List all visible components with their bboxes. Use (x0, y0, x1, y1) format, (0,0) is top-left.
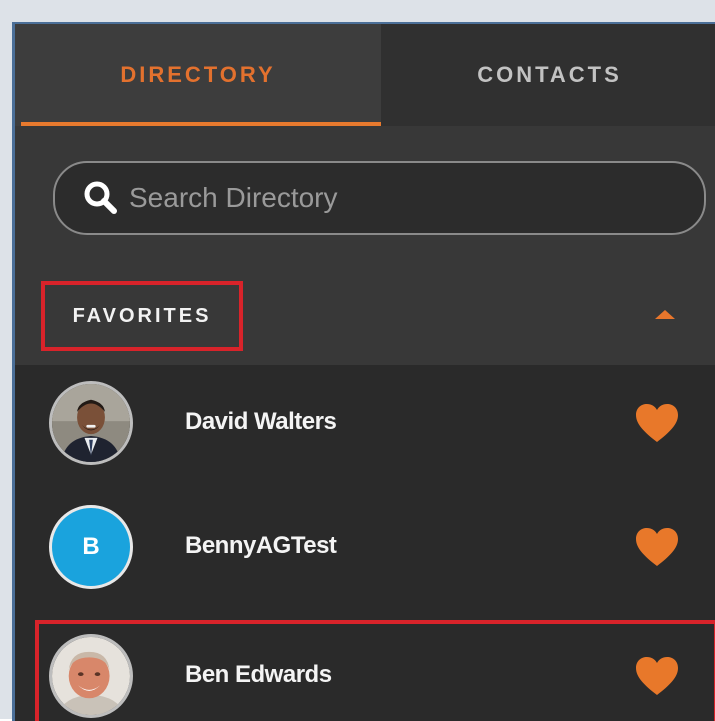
contact-name: David Walters (185, 408, 337, 435)
active-tab-indicator (21, 122, 381, 126)
person-photo-icon (52, 637, 130, 715)
search-bar[interactable] (53, 161, 706, 235)
app-frame: DIRECTORY CONTACTS FAVORITES (0, 0, 715, 721)
favorites-section-header[interactable]: FAVORITES (15, 279, 715, 365)
favorites-label: FAVORITES (72, 304, 212, 327)
list-item[interactable]: B BennyAGTest (15, 489, 715, 609)
tab-bar: DIRECTORY CONTACTS (15, 24, 715, 126)
avatar-initial: B (82, 533, 100, 560)
directory-panel: DIRECTORY CONTACTS FAVORITES (12, 22, 715, 721)
tab-contacts-label: CONTACTS (477, 62, 622, 87)
avatar: B (49, 505, 133, 589)
tab-directory-label: DIRECTORY (120, 62, 276, 87)
favorites-highlight-box: FAVORITES (41, 281, 243, 351)
avatar (49, 634, 133, 718)
search-icon (84, 181, 117, 214)
search-input[interactable] (127, 181, 680, 215)
favorites-list: David Walters B BennyAGTest Ben Edwards (15, 365, 715, 721)
tab-directory[interactable]: DIRECTORY (15, 24, 381, 126)
contact-name: BennyAGTest (185, 532, 337, 559)
list-item[interactable]: Ben Edwards (15, 620, 715, 721)
contact-name: Ben Edwards (185, 661, 332, 688)
heart-icon[interactable] (635, 527, 679, 567)
heart-icon[interactable] (635, 656, 679, 696)
tab-contacts[interactable]: CONTACTS (381, 24, 715, 126)
person-photo-icon (52, 384, 130, 462)
list-item[interactable]: David Walters (15, 365, 715, 485)
heart-icon[interactable] (635, 403, 679, 443)
caret-up-icon[interactable] (655, 310, 675, 319)
avatar (49, 381, 133, 465)
